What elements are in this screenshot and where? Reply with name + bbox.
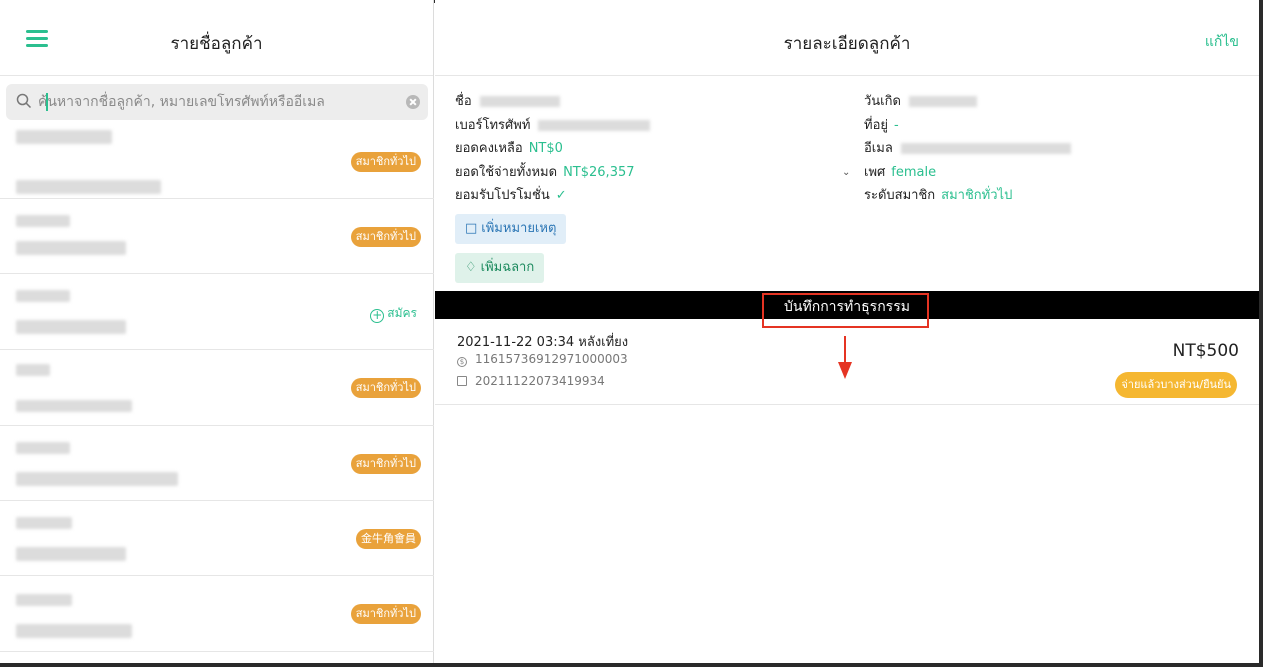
transaction-datetime: 2021-11-22 03:34 หลังเที่ยง <box>457 335 629 350</box>
total-spent-row: ยอดใช้จ่ายทั้งหมด NT$26,357 <box>455 161 650 185</box>
redacted-phone <box>16 472 178 486</box>
customer-row[interactable]: สมาชิกทั่วไป <box>0 426 434 501</box>
promotion-label: ยอมรับโปรโมชั่น <box>455 188 550 203</box>
transaction-amount: NT$500 <box>1172 341 1239 361</box>
search-input[interactable] <box>38 90 398 114</box>
email-row: อีเมล <box>864 137 1071 161</box>
promotion-row: ยอมรับโปรโมชั่น ✓ <box>455 184 650 208</box>
balance-value: NT$0 <box>528 141 563 156</box>
redacted-name <box>16 215 70 227</box>
note-icon: □ <box>465 221 478 236</box>
redacted-name <box>16 442 70 454</box>
redacted-phone <box>16 400 132 412</box>
gender-label: เพศ <box>864 164 886 180</box>
window-edge <box>1259 0 1263 667</box>
customer-info-left: ชื่อ เบอร์โทรศัพท์ ยอดคงเหลือ NT$0 ยอดใช้… <box>455 90 651 208</box>
search-icon <box>16 93 32 109</box>
redacted-name <box>16 290 70 302</box>
member-level-value: สมาชิกทั่วไป <box>941 188 1013 203</box>
register-label: สมัคร <box>387 306 417 320</box>
transaction-row[interactable]: 2021-11-22 03:34 หลังเที่ยง $11615736912… <box>435 319 1259 405</box>
member-level-row: ระดับสมาชิก สมาชิกทั่วไป <box>864 184 1071 208</box>
plus-circle-icon: + <box>370 308 385 323</box>
add-tag-label: เพิ่มฉลาก <box>480 260 535 275</box>
member-level-badge: 金牛角會員 <box>356 529 421 549</box>
customer-row[interactable]: สมาชิกทั่วไป <box>0 576 434 652</box>
redacted-name <box>16 130 112 144</box>
receipt-icon <box>457 376 467 386</box>
customer-info-right: วันเกิด ที่อยู่ - อีเมล ⌄ เพศ female ระดับ… <box>842 90 1071 208</box>
order-number-value: 20211122073419934 <box>475 374 605 388</box>
customer-detail-title: รายละเอียดลูกค้า <box>783 34 911 54</box>
redacted-birthday <box>908 96 977 107</box>
redacted-phone <box>16 180 161 194</box>
member-level-badge: สมาชิกทั่วไป <box>350 604 421 624</box>
redacted-name <box>479 96 560 107</box>
order-number: 20211122073419934 <box>457 374 605 388</box>
transaction-id: $11615736912971000003 <box>457 352 628 367</box>
text-cursor <box>46 93 48 111</box>
transaction-id-value: 11615736912971000003 <box>475 352 628 366</box>
customer-list-header: รายชื่อลูกค้า <box>0 0 433 76</box>
total-spent-value: NT$26,357 <box>563 164 635 180</box>
total-spent-label: ยอดใช้จ่ายทั้งหมด <box>455 164 558 180</box>
customer-row[interactable]: สมาชิกทั่วไป <box>0 124 434 199</box>
add-note-button[interactable]: □ เพิ่มหมายเหตุ <box>455 214 567 244</box>
balance-label: ยอดคงเหลือ <box>455 141 523 156</box>
redacted-phone <box>16 320 126 334</box>
redacted-name <box>16 364 50 376</box>
customer-list-title: รายชื่อลูกค้า <box>170 34 263 54</box>
phone-label: เบอร์โทรศัพท์ <box>455 117 531 133</box>
search-bar[interactable] <box>6 84 428 120</box>
email-label: อีเมล <box>864 141 893 156</box>
redacted-email <box>900 143 1071 154</box>
add-tag-button[interactable]: ♢ เพิ่มฉลาก <box>455 253 545 283</box>
customer-row[interactable]: + สมัคร <box>0 274 434 350</box>
tag-icon: ♢ <box>465 260 477 275</box>
checkmark-icon: ✓ <box>555 188 567 203</box>
redacted-phone <box>538 119 651 131</box>
customer-row[interactable]: สมาชิกทั่วไป <box>0 350 434 426</box>
redacted-phone <box>16 241 126 255</box>
gender-value: female <box>891 164 937 180</box>
member-level-badge: สมาชิกทั่วไป <box>350 152 421 172</box>
member-level-badge: สมาชิกทั่วไป <box>350 378 421 398</box>
redacted-name <box>16 517 72 529</box>
address-row: ที่อยู่ - <box>864 114 1071 138</box>
member-level-badge: สมาชิกทั่วไป <box>350 454 421 474</box>
register-member-button[interactable]: + สมัคร <box>370 304 417 323</box>
address-label: ที่อยู่ <box>864 117 888 133</box>
birthday-label: วันเกิด <box>864 94 901 109</box>
edit-button[interactable]: แก้ไข <box>1205 31 1239 53</box>
chevron-down-icon[interactable]: ⌄ <box>842 161 850 185</box>
clear-search-icon[interactable] <box>406 95 420 109</box>
redacted-phone <box>16 547 126 561</box>
birthday-row: วันเกิด <box>864 90 1071 114</box>
redacted-phone <box>16 624 132 638</box>
redacted-name <box>16 594 72 606</box>
customer-row[interactable]: สมาชิกทั่วไป <box>0 199 434 274</box>
balance-row: ยอดคงเหลือ NT$0 <box>455 137 650 161</box>
member-level-badge: สมาชิกทั่วไป <box>350 227 421 247</box>
customer-detail-header: รายละเอียดลูกค้า แก้ไข <box>435 0 1259 76</box>
name-row: ชื่อ <box>455 90 650 114</box>
gender-row: ⌄ เพศ female <box>842 161 1071 185</box>
customer-list-panel: รายชื่อลูกค้า สมาชิกทั่วไป สมาชิกทั่วไป <box>0 0 434 663</box>
phone-row: เบอร์โทรศัพท์ <box>455 114 651 138</box>
add-note-label: เพิ่มหมายเหตุ <box>481 221 557 236</box>
member-level-label: ระดับสมาชิก <box>864 188 936 203</box>
transaction-status-badge: จ่ายแล้วบางส่วน/ยืนยัน <box>1115 372 1237 398</box>
name-label: ชื่อ <box>455 94 472 109</box>
customer-row[interactable]: 金牛角會員 <box>0 501 434 576</box>
address-value: - <box>894 117 899 133</box>
customer-detail-panel: รายละเอียดลูกค้า แก้ไข ชื่อ เบอร์โทรศัพท… <box>435 0 1259 663</box>
dollar-icon: $ <box>457 357 467 367</box>
